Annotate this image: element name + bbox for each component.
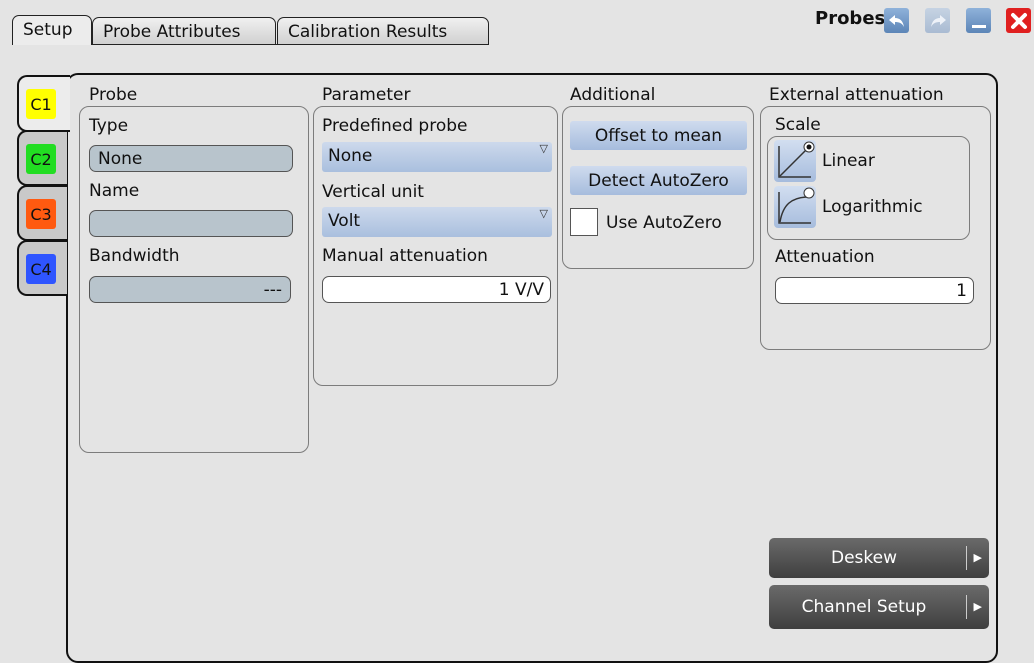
parameter-heading: Parameter (322, 85, 411, 105)
channel-setup-label: Channel Setup (801, 597, 927, 617)
tab-probe-attributes[interactable]: Probe Attributes (92, 17, 276, 45)
detect-autozero-button[interactable]: Detect AutoZero (570, 166, 747, 195)
predefined-probe-label: Predefined probe (322, 116, 468, 136)
deskew-label: Deskew (830, 548, 897, 568)
probe-heading: Probe (89, 85, 138, 105)
channel-tab-c2[interactable]: C2 (17, 130, 67, 186)
channel-tab-c4[interactable]: C4 (17, 240, 67, 296)
close-button[interactable] (1006, 8, 1031, 33)
channel-setup-button[interactable]: Channel Setup ▶ (769, 585, 989, 629)
bandwidth-field: --- (89, 276, 291, 303)
bandwidth-label: Bandwidth (89, 246, 180, 266)
channel-tab-c3[interactable]: C3 (17, 185, 67, 241)
scale-label: Scale (775, 115, 821, 135)
dropdown-arrow-icon: ▽ (539, 207, 548, 220)
attenuation-input[interactable]: 1 (775, 277, 974, 304)
tab-calibration-results[interactable]: Calibration Results (277, 17, 489, 45)
minimize-icon (971, 24, 986, 28)
close-icon (1010, 12, 1027, 29)
tab-baseline (92, 44, 489, 45)
redo-icon (930, 14, 946, 27)
separator (966, 595, 967, 619)
predefined-probe-value: None (328, 146, 373, 166)
name-label: Name (89, 181, 140, 201)
linear-scale-icon (778, 141, 815, 178)
additional-heading: Additional (570, 85, 656, 105)
channel-chip-c2: C2 (26, 144, 56, 174)
tab-setup[interactable]: Setup (12, 15, 92, 45)
manual-attenuation-input[interactable]: 1 V/V (322, 276, 551, 303)
manual-attenuation-label: Manual attenuation (322, 246, 488, 266)
vertical-unit-value: Volt (328, 211, 361, 231)
vertical-unit-label: Vertical unit (322, 182, 424, 202)
name-field (89, 210, 293, 237)
dropdown-arrow-icon: ▽ (539, 142, 548, 155)
logarithmic-label: Logarithmic (822, 197, 923, 217)
channel-tab-c1[interactable]: C1 (17, 75, 70, 132)
deskew-button[interactable]: Deskew ▶ (769, 538, 989, 578)
minimize-button[interactable] (966, 8, 991, 33)
redo-button[interactable] (925, 8, 950, 33)
attenuation-label: Attenuation (775, 247, 875, 267)
arrow-right-icon: ▶ (973, 551, 982, 564)
logarithmic-scale-icon (778, 187, 815, 224)
dialog-title: Probes (815, 8, 886, 29)
external-attenuation-heading: External attenuation (769, 85, 944, 105)
channel-chip-c4: C4 (26, 254, 56, 284)
predefined-probe-dropdown[interactable]: None ▽ (322, 142, 552, 172)
linear-label: Linear (822, 151, 875, 171)
separator (966, 546, 967, 570)
use-autozero-label: Use AutoZero (606, 213, 722, 233)
channel-chip-c1: C1 (26, 89, 56, 119)
use-autozero-checkbox[interactable] (570, 208, 598, 236)
logarithmic-radio[interactable] (774, 186, 816, 228)
offset-to-mean-button[interactable]: Offset to mean (570, 121, 747, 150)
linear-radio[interactable] (774, 140, 816, 182)
vertical-unit-dropdown[interactable]: Volt ▽ (322, 207, 552, 237)
arrow-right-icon: ▶ (973, 600, 982, 613)
type-field: None (89, 145, 293, 172)
channel-chip-c3: C3 (26, 199, 56, 229)
undo-button[interactable] (884, 8, 909, 33)
undo-icon (888, 14, 904, 27)
type-label: Type (89, 116, 129, 136)
